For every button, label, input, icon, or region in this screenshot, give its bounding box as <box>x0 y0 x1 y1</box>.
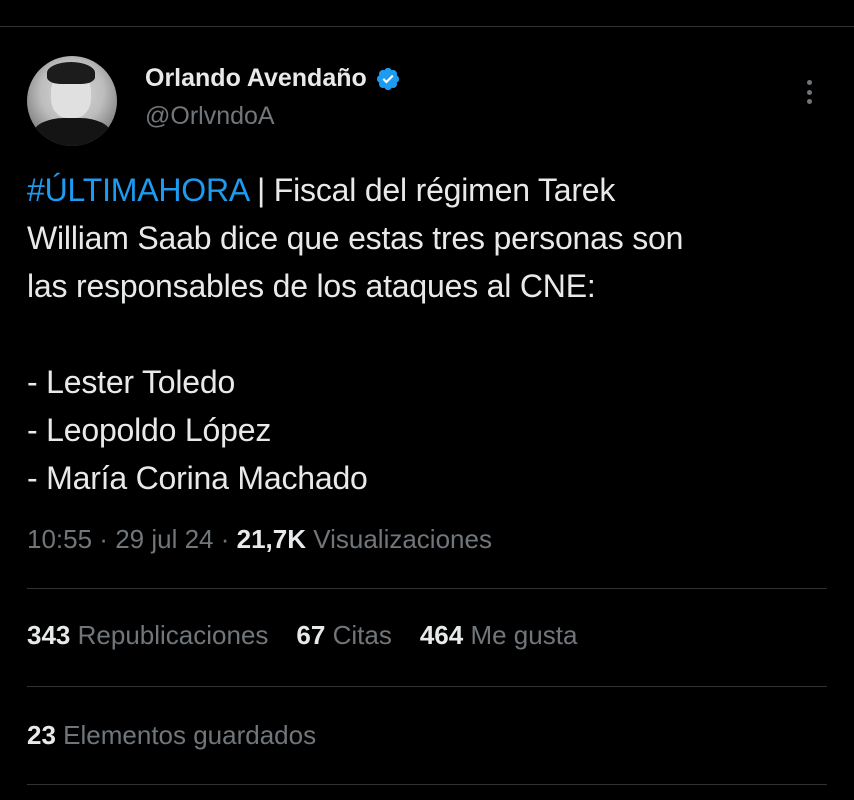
quotes-count: 67 <box>296 620 326 650</box>
author-display-name[interactable]: Orlando Avendaño <box>145 64 367 93</box>
more-dot <box>806 89 812 95</box>
author-name-row[interactable]: Orlando Avendaño <box>145 64 401 93</box>
reposts-stat[interactable]: 343 Republicaciones <box>27 620 268 651</box>
reposts-label: Republicaciones <box>77 620 269 650</box>
tweet-header: Orlando Avendaño @OrlvndoA <box>27 56 827 148</box>
bookmarks-label: Elementos guardados <box>63 720 317 750</box>
tweet-date[interactable]: 29 jul 24 <box>115 524 213 554</box>
meta-separator: · <box>213 524 237 554</box>
views-count: 21,7K <box>236 524 306 554</box>
quotes-stat[interactable]: 67 Citas <box>296 620 391 651</box>
author-handle[interactable]: @OrlvndoA <box>145 102 275 131</box>
more-options-icon[interactable] <box>799 76 819 108</box>
verified-badge-icon <box>376 67 399 90</box>
divider <box>27 686 827 687</box>
divider <box>27 784 827 785</box>
avatar-shirt <box>33 118 111 146</box>
likes-count: 464 <box>419 620 464 650</box>
likes-label: Me gusta <box>470 620 578 650</box>
engagement-stats: 343 Republicaciones 67 Citas 464 Me gust… <box>27 620 577 651</box>
views-label: Visualizaciones <box>306 524 492 554</box>
tweet-list-item: - María Corina Machado <box>27 460 368 496</box>
tweet-time[interactable]: 10:55 <box>27 524 92 554</box>
bookmarks-count: 23 <box>27 720 56 750</box>
tweet-line-1-text: | Fiscal del régimen Tarek <box>248 172 616 208</box>
tweet-list-item: - Lester Toledo <box>27 364 236 400</box>
quotes-label: Citas <box>332 620 392 650</box>
tweet-line-2: William Saab dice que estas tres persona… <box>27 220 684 256</box>
tweet-text: #ÚLTIMAHORA | Fiscal del régimen Tarek W… <box>27 166 827 502</box>
more-dot <box>806 80 812 85</box>
hashtag-link[interactable]: #ÚLTIMAHORA <box>27 172 248 208</box>
divider <box>27 588 827 589</box>
tweet-list-item: - Leopoldo López <box>27 412 272 448</box>
bookmarks-stat[interactable]: 23 Elementos guardados <box>27 720 316 751</box>
reposts-count: 343 <box>27 620 71 650</box>
top-divider <box>0 26 854 27</box>
tweet-meta: 10:55 · 29 jul 24 · 21,7K Visualizacione… <box>27 524 492 555</box>
more-dot <box>806 99 812 104</box>
avatar[interactable] <box>27 56 117 146</box>
tweet-line-1: #ÚLTIMAHORA | Fiscal del régimen Tarek <box>27 166 827 214</box>
avatar-hair <box>47 62 95 84</box>
tweet-line-3: las responsables de los ataques al CNE: <box>27 268 596 304</box>
meta-separator: · <box>92 524 116 554</box>
likes-stat[interactable]: 464 Me gusta <box>420 620 578 651</box>
